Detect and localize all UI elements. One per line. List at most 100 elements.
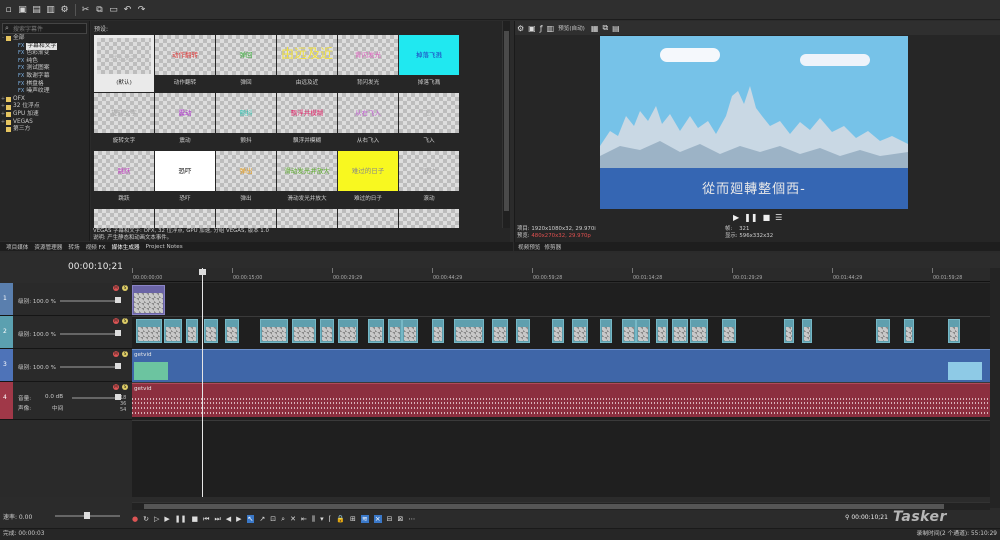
timeline-h-scrollbar[interactable] <box>132 502 990 510</box>
preset-item[interactable]: 震动 震动 <box>155 93 215 150</box>
track-header-4-audio[interactable]: 4 音量: 0.0 dB 声像: 中间 MS <box>0 382 132 420</box>
playhead-marker[interactable] <box>199 269 206 275</box>
track-volume-slider[interactable] <box>72 397 117 399</box>
track2-clip[interactable] <box>260 319 288 343</box>
preset-item[interactable]: 跳跃 跳跃 <box>94 151 154 208</box>
preset-item[interactable]: 滚动 滚动 <box>399 151 459 208</box>
track2-clip[interactable] <box>492 319 508 343</box>
prev-frame-icon[interactable]: ◀ <box>226 515 231 523</box>
track2-clip[interactable] <box>600 319 612 343</box>
lock-icon[interactable]: 🔒 <box>336 515 345 523</box>
track2-clip[interactable] <box>948 319 960 343</box>
panel-tab[interactable]: Project Notes <box>146 244 183 250</box>
go-to-end-icon[interactable]: ⏭ <box>214 515 220 524</box>
track2-clip[interactable] <box>136 319 162 343</box>
track-level-knob[interactable] <box>115 297 121 303</box>
preview-menu-icon[interactable]: ☰ <box>775 213 782 222</box>
copy-icon[interactable]: ⧉ <box>93 3 106 16</box>
panel-tab[interactable]: 资源管理器 <box>34 243 62 251</box>
mute-icon[interactable]: M <box>113 384 119 390</box>
track2-clip[interactable] <box>690 319 708 343</box>
preview-settings-gear-icon[interactable]: ⚙ <box>517 24 524 33</box>
track2-clip[interactable] <box>320 319 334 343</box>
tree-item[interactable]: + GPU 加速 <box>0 111 89 119</box>
more-tools-icon[interactable]: ⋯ <box>408 515 415 523</box>
track2-clip[interactable] <box>672 319 688 343</box>
record-icon[interactable]: ● <box>132 515 138 523</box>
solo-icon[interactable]: S <box>122 285 128 291</box>
track2-clip[interactable] <box>784 319 794 343</box>
pause-icon[interactable]: ❚❚ <box>175 515 187 523</box>
render-icon[interactable]: ▥ <box>44 3 57 16</box>
track2-clip[interactable] <box>572 319 588 343</box>
mute-icon[interactable]: M <box>113 285 119 291</box>
audio-event-getvid[interactable]: getvid <box>132 383 990 417</box>
preset-item[interactable]: 掉落飞溅 掉落飞溅 <box>399 35 459 92</box>
tree-item[interactable]: + VEGAS <box>0 119 89 127</box>
preset-item[interactable]: 从右飞入 从右飞入 <box>338 93 398 150</box>
track2-clip[interactable] <box>204 319 218 343</box>
track2-clip[interactable] <box>802 319 812 343</box>
solo-icon[interactable]: S <box>122 384 128 390</box>
preview-monitor-icon[interactable]: ▣ <box>528 24 536 33</box>
ignore-grouping-icon[interactable]: ⊠ <box>398 515 404 523</box>
auto-crossfade-icon[interactable]: ⨯ <box>373 515 382 523</box>
track2-clip[interactable] <box>388 319 402 343</box>
track-level-slider[interactable] <box>60 300 115 302</box>
timeline-scroll-thumb[interactable] <box>144 504 944 509</box>
properties-gear-icon[interactable]: ⚙ <box>58 3 71 16</box>
rate-slider-knob[interactable] <box>84 512 90 519</box>
preset-item[interactable] <box>155 209 215 230</box>
envelope-tool-icon[interactable]: ↗ <box>259 515 265 523</box>
panel-tab[interactable]: 视频 FX <box>86 243 106 251</box>
tree-item[interactable]: +32 位浮点 <box>0 103 89 111</box>
track-header-1[interactable]: 1 级别: 100.0 % MS <box>0 283 132 316</box>
track-level-slider[interactable] <box>60 333 115 335</box>
tree-item[interactable]: 第三方 <box>0 126 89 134</box>
preview-stop-icon[interactable]: ■ <box>763 213 771 222</box>
solo-icon[interactable]: S <box>122 318 128 324</box>
track2-clip[interactable] <box>432 319 444 343</box>
track2-clip[interactable] <box>904 319 914 343</box>
lock-envelopes-icon[interactable]: ⊟ <box>387 515 393 523</box>
loop-icon[interactable]: ↻ <box>143 515 149 523</box>
next-frame-icon[interactable]: ▶ <box>236 515 241 523</box>
track-header-2[interactable]: 2 级别: 100.0 % MS <box>0 316 132 349</box>
track2-clip[interactable] <box>552 319 564 343</box>
preset-item[interactable] <box>338 209 398 230</box>
tree-item[interactable]: FX 噪声纹理 <box>0 88 89 96</box>
preset-item[interactable]: 旋转文字 旋转文字 <box>94 93 154 150</box>
selection-tool-icon[interactable]: ⊡ <box>270 515 276 523</box>
track2-clip[interactable] <box>722 319 736 343</box>
presets-scrollbar[interactable] <box>502 21 510 230</box>
preset-item[interactable]: 动作翻转 动作翻转 <box>155 35 215 92</box>
preview-fx-icon[interactable]: ƒ <box>540 24 543 33</box>
timeline-tracks[interactable]: getvid getvid <box>132 283 990 497</box>
preset-item[interactable]: 弹出 弹出 <box>216 151 276 208</box>
track2-clip[interactable] <box>292 319 316 343</box>
preset-item[interactable]: 难过的日子 难过的日子 <box>338 151 398 208</box>
tree-item[interactable]: FX 致谢字幕 <box>0 73 89 81</box>
preset-item[interactable]: 滑动发光并放大 滑动发光并放大 <box>277 151 337 208</box>
preset-item[interactable] <box>216 209 276 230</box>
region-icon[interactable]: ⌈ <box>329 515 332 523</box>
auto-ripple-icon[interactable]: ≋ <box>360 515 369 523</box>
track2-clip[interactable] <box>656 319 668 343</box>
preset-item[interactable] <box>277 209 337 230</box>
preview-pause-icon[interactable]: ❚❚ <box>744 213 757 222</box>
cut-icon[interactable]: ✂ <box>79 3 92 16</box>
preset-item[interactable]: 颤抖 颤抖 <box>216 93 276 150</box>
preset-item[interactable] <box>94 209 154 230</box>
preset-item[interactable]: 由远及近 由远及近 <box>277 35 337 92</box>
track2-clip[interactable] <box>454 319 484 343</box>
preset-item[interactable]: 飞入 飞入 <box>399 93 459 150</box>
overlays-grid-icon[interactable]: ▦ <box>591 24 599 33</box>
redo-icon[interactable]: ↷ <box>135 3 148 16</box>
panel-tab[interactable]: 媒体生成器 <box>112 243 140 251</box>
tree-item[interactable]: FX 色彩渐变 <box>0 50 89 58</box>
panel-tab[interactable]: 转场 <box>68 243 79 251</box>
track2-clip[interactable] <box>225 319 239 343</box>
mute-icon[interactable]: M <box>113 318 119 324</box>
track2-clip[interactable] <box>164 319 182 343</box>
play-from-start-icon[interactable]: ▷ <box>154 515 159 523</box>
